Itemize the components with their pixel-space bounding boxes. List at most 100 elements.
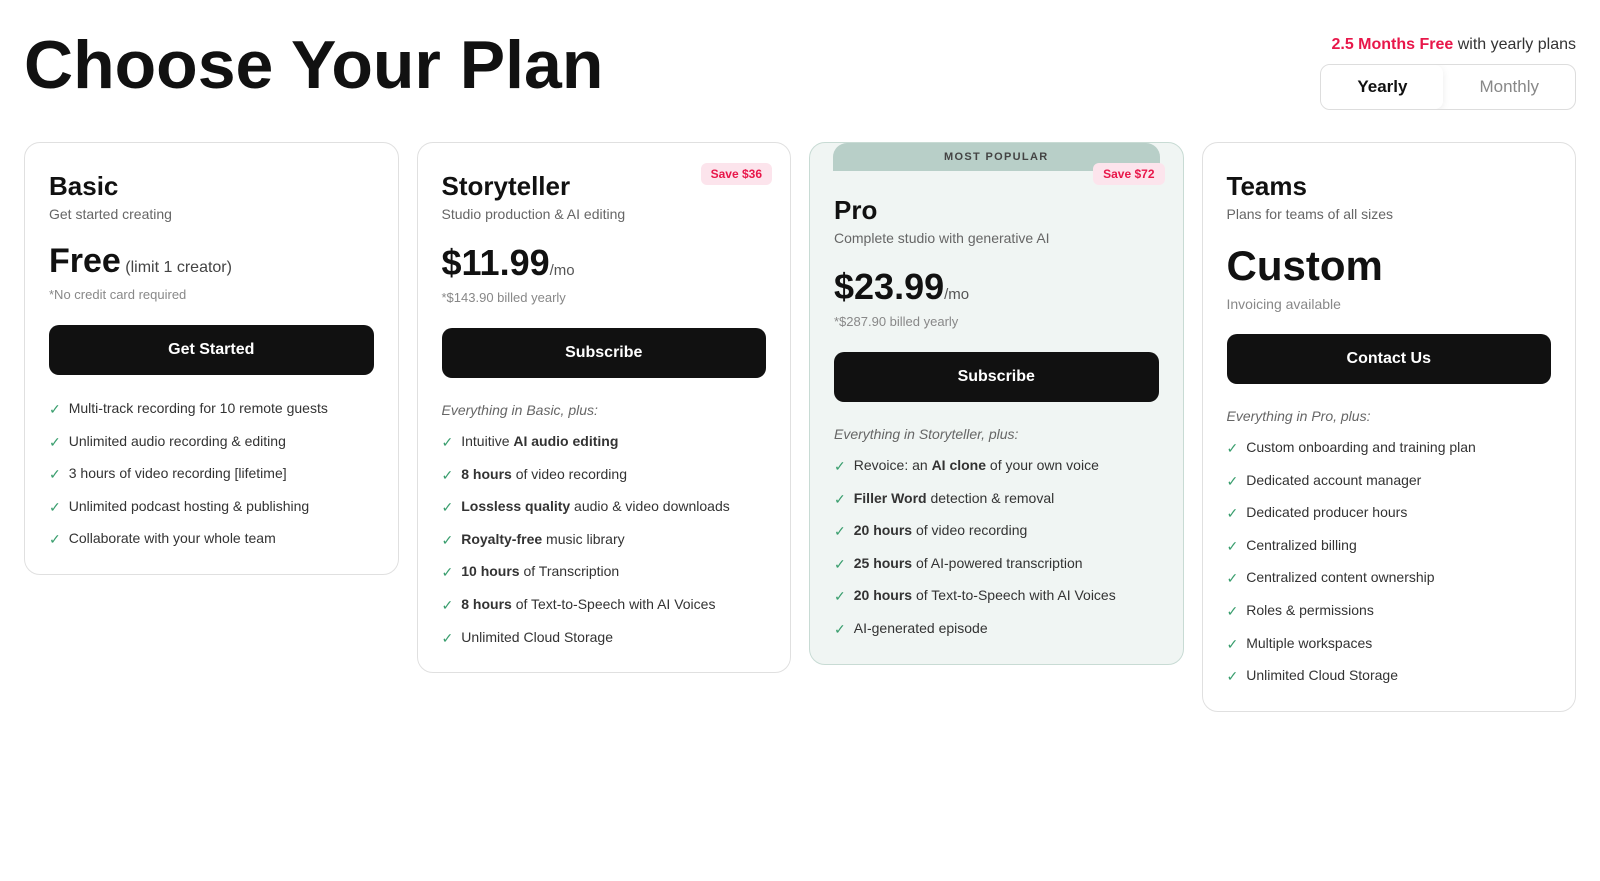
check-icon: ✓ [1227, 602, 1239, 622]
pro-price-period: /mo [944, 286, 969, 303]
storyteller-features-list: ✓Intuitive AI audio editing ✓8 hours of … [442, 432, 767, 648]
teams-plan-tagline: Plans for teams of all sizes [1227, 206, 1552, 222]
basic-plan-name: Basic [49, 171, 374, 202]
list-item: ✓Unlimited audio recording & editing [49, 432, 374, 453]
promo-highlight: 2.5 Months Free [1331, 36, 1453, 53]
check-icon: ✓ [1227, 635, 1239, 655]
check-icon: ✓ [834, 522, 846, 542]
billing-toggle[interactable]: Yearly Monthly [1320, 64, 1576, 110]
storyteller-features-label: Everything in Basic, plus: [442, 402, 767, 418]
check-icon: ✓ [442, 629, 454, 649]
check-icon: ✓ [1227, 439, 1239, 459]
teams-price-custom: Custom [1227, 242, 1383, 289]
header: Choose Your Plan 2.5 Months Free with ye… [24, 30, 1576, 110]
list-item: ✓8 hours of Text-to-Speech with AI Voice… [442, 595, 767, 616]
promo-suffix: with yearly plans [1453, 36, 1576, 53]
check-icon: ✓ [49, 530, 61, 550]
basic-features-list: ✓Multi-track recording for 10 remote gue… [49, 399, 374, 550]
check-icon: ✓ [834, 620, 846, 640]
pro-save-badge: Save $72 [1093, 163, 1164, 185]
teams-plan-name: Teams [1227, 171, 1552, 202]
check-icon: ✓ [834, 555, 846, 575]
list-item: ✓10 hours of Transcription [442, 562, 767, 583]
basic-billing-note: *No credit card required [49, 287, 374, 305]
basic-price-amount: Free [49, 242, 121, 280]
list-item: ✓Unlimited Cloud Storage [442, 628, 767, 649]
monthly-toggle-btn[interactable]: Monthly [1443, 65, 1575, 109]
teams-invoicing-note: Invoicing available [1227, 296, 1552, 314]
check-icon: ✓ [442, 498, 454, 518]
pro-plan-name: Pro [834, 195, 1159, 226]
pro-features-list: ✓Revoice: an AI clone of your own voice … [834, 456, 1159, 640]
teams-features-list: ✓Custom onboarding and training plan ✓De… [1227, 438, 1552, 687]
storyteller-price-amount: $11.99 [442, 242, 550, 283]
storyteller-billing-note: *$143.90 billed yearly [442, 290, 767, 308]
check-icon: ✓ [442, 563, 454, 583]
header-right: 2.5 Months Free with yearly plans Yearly… [1320, 30, 1576, 110]
list-item: ✓8 hours of video recording [442, 465, 767, 486]
plans-grid: Basic Get started creating Free (limit 1… [24, 142, 1576, 712]
page-title: Choose Your Plan [24, 30, 603, 101]
storyteller-plan-tagline: Studio production & AI editing [442, 206, 767, 222]
list-item: ✓Unlimited podcast hosting & publishing [49, 497, 374, 518]
check-icon: ✓ [49, 400, 61, 420]
teams-cta-button[interactable]: Contact Us [1227, 334, 1552, 384]
pro-price-amount: $23.99 [834, 266, 944, 307]
list-item: ✓Unlimited Cloud Storage [1227, 666, 1552, 687]
pro-features-label: Everything in Storyteller, plus: [834, 426, 1159, 442]
plan-pro: MOST POPULAR Save $72 Pro Complete studi… [809, 142, 1184, 665]
teams-price: Custom [1227, 242, 1552, 290]
plan-teams: Teams Plans for teams of all sizes Custo… [1202, 142, 1577, 712]
list-item: ✓Multi-track recording for 10 remote gue… [49, 399, 374, 420]
check-icon: ✓ [442, 433, 454, 453]
pro-price: $23.99/mo [834, 266, 1159, 308]
teams-features-label: Everything in Pro, plus: [1227, 408, 1552, 424]
check-icon: ✓ [442, 466, 454, 486]
list-item: ✓Multiple workspaces [1227, 634, 1552, 655]
list-item: ✓Dedicated account manager [1227, 471, 1552, 492]
storyteller-cta-button[interactable]: Subscribe [442, 328, 767, 378]
check-icon: ✓ [834, 457, 846, 477]
list-item: ✓Centralized billing [1227, 536, 1552, 557]
check-icon: ✓ [49, 465, 61, 485]
list-item: ✓25 hours of AI-powered transcription [834, 554, 1159, 575]
list-item: ✓20 hours of video recording [834, 521, 1159, 542]
plan-basic: Basic Get started creating Free (limit 1… [24, 142, 399, 575]
storyteller-save-badge: Save $36 [701, 163, 772, 185]
list-item: ✓Revoice: an AI clone of your own voice [834, 456, 1159, 477]
check-icon: ✓ [49, 498, 61, 518]
check-icon: ✓ [834, 490, 846, 510]
check-icon: ✓ [442, 531, 454, 551]
check-icon: ✓ [1227, 667, 1239, 687]
list-item: ✓Lossless quality audio & video download… [442, 497, 767, 518]
basic-cta-button[interactable]: Get Started [49, 325, 374, 375]
check-icon: ✓ [1227, 569, 1239, 589]
pro-cta-button[interactable]: Subscribe [834, 352, 1159, 402]
list-item: ✓Royalty-free music library [442, 530, 767, 551]
list-item: ✓Dedicated producer hours [1227, 503, 1552, 524]
list-item: ✓Collaborate with your whole team [49, 529, 374, 550]
check-icon: ✓ [49, 433, 61, 453]
list-item: ✓20 hours of Text-to-Speech with AI Voic… [834, 586, 1159, 607]
list-item: ✓Filler Word detection & removal [834, 489, 1159, 510]
check-icon: ✓ [1227, 472, 1239, 492]
basic-price: Free (limit 1 creator) [49, 242, 374, 281]
storyteller-price: $11.99/mo [442, 242, 767, 284]
check-icon: ✓ [442, 596, 454, 616]
yearly-toggle-btn[interactable]: Yearly [1321, 65, 1443, 109]
basic-plan-tagline: Get started creating [49, 206, 374, 222]
check-icon: ✓ [834, 587, 846, 607]
list-item: ✓Custom onboarding and training plan [1227, 438, 1552, 459]
list-item: ✓Intuitive AI audio editing [442, 432, 767, 453]
list-item: ✓3 hours of video recording [lifetime] [49, 464, 374, 485]
list-item: ✓Roles & permissions [1227, 601, 1552, 622]
check-icon: ✓ [1227, 537, 1239, 557]
list-item: ✓AI-generated episode [834, 619, 1159, 640]
storyteller-price-period: /mo [550, 262, 575, 279]
check-icon: ✓ [1227, 504, 1239, 524]
plan-storyteller: Save $36 Storyteller Studio production &… [417, 142, 792, 673]
list-item: ✓Centralized content ownership [1227, 568, 1552, 589]
pro-billing-note: *$287.90 billed yearly [834, 314, 1159, 332]
promo-text: 2.5 Months Free with yearly plans [1331, 36, 1576, 54]
pro-plan-tagline: Complete studio with generative AI [834, 230, 1159, 246]
